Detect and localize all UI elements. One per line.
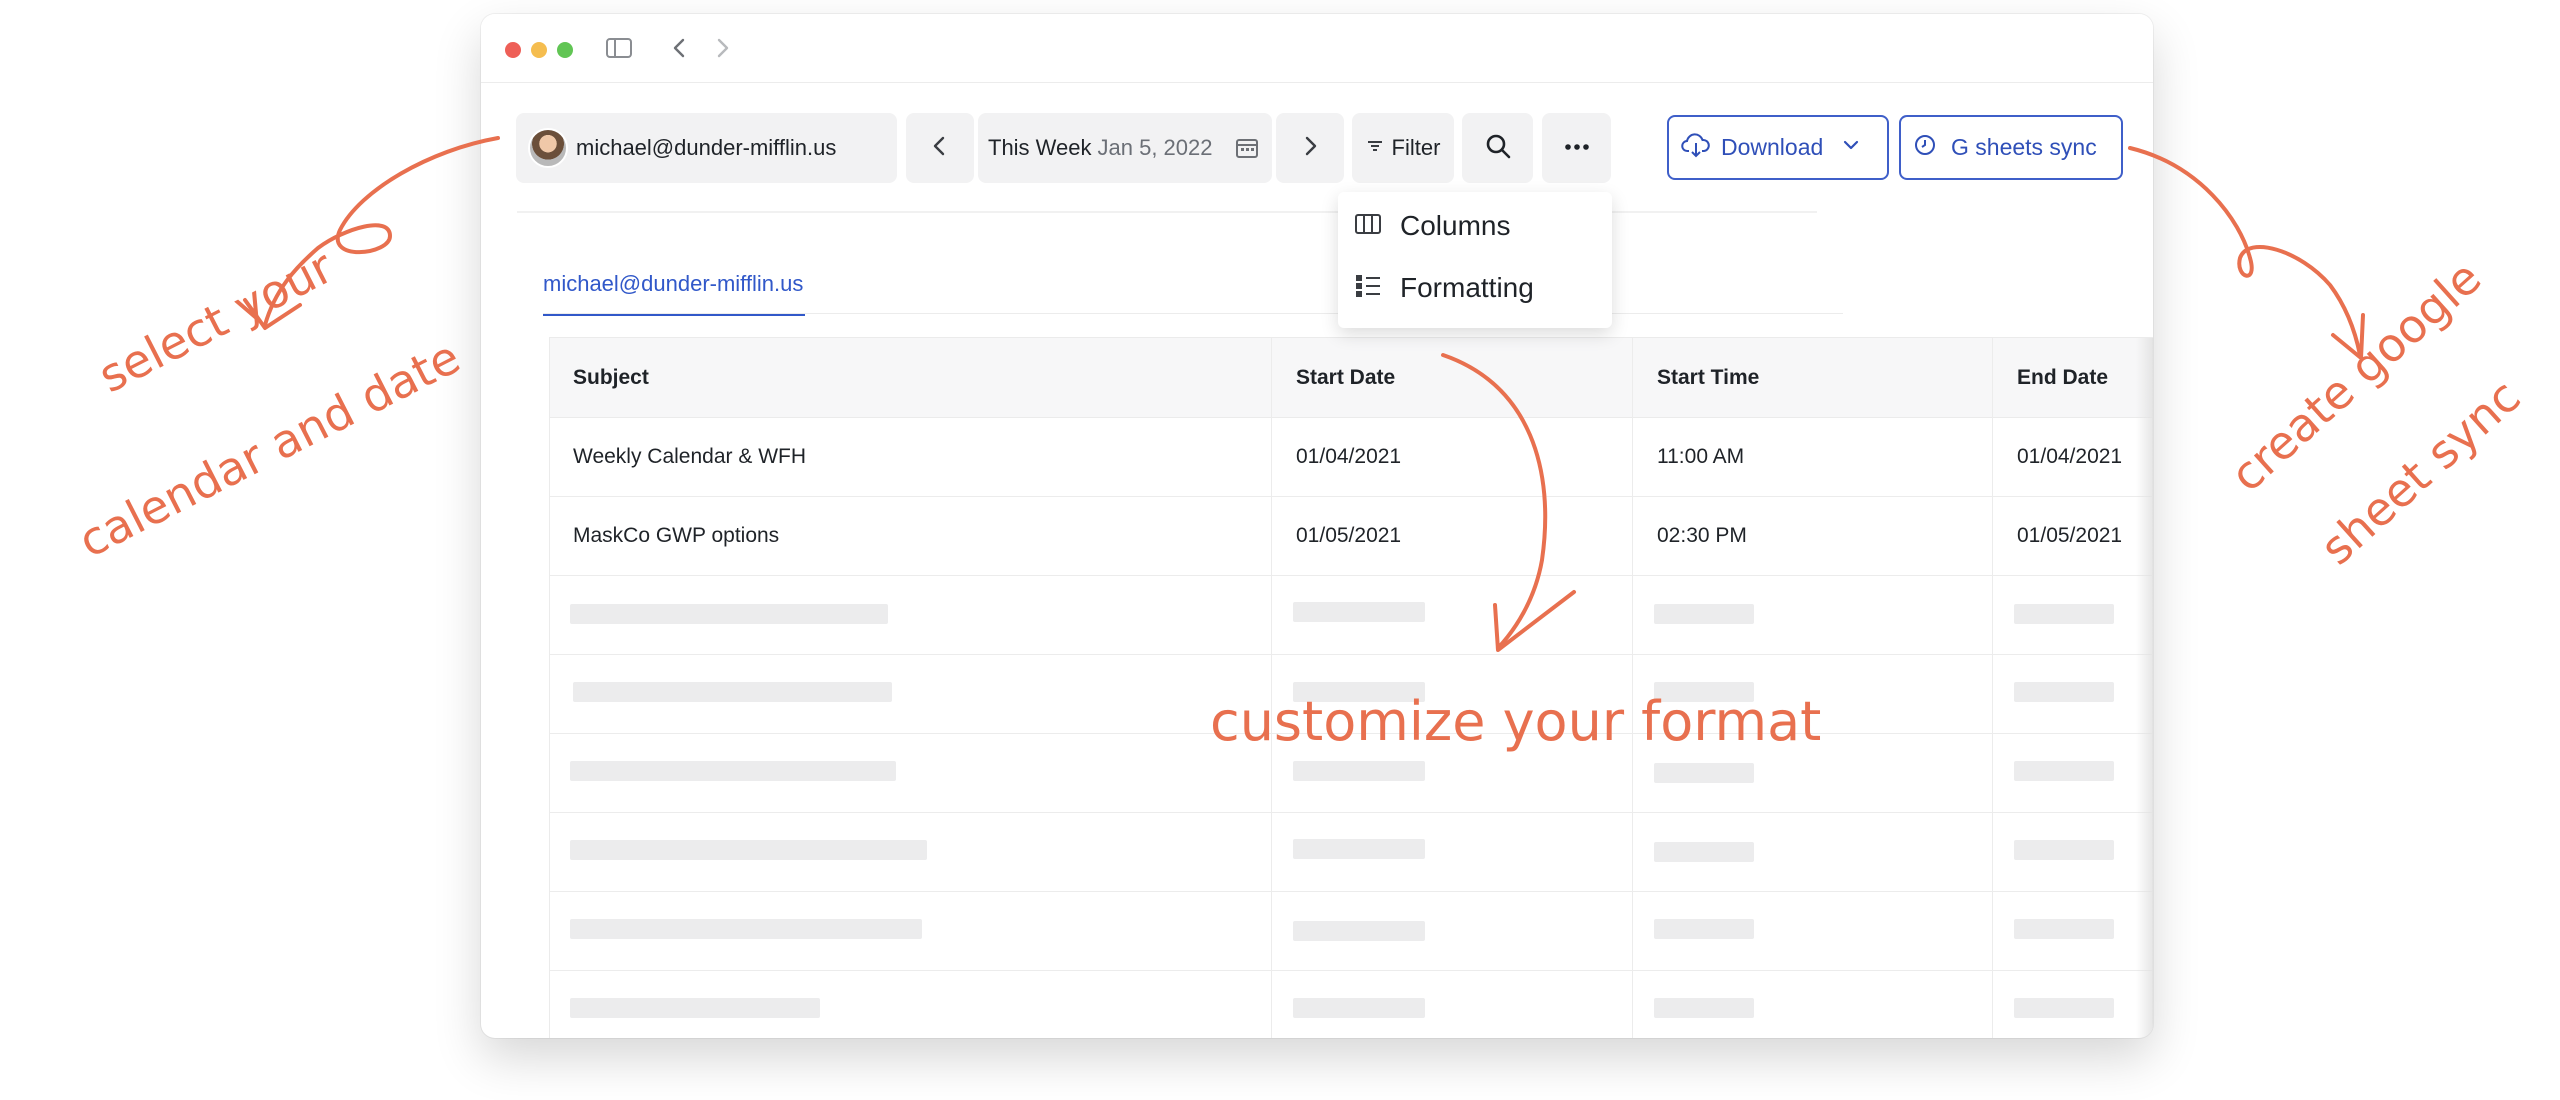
annotation-select-line1: select your bbox=[90, 239, 342, 404]
column-header-start-time[interactable]: Start Time bbox=[1657, 338, 1759, 417]
menu-item-formatting-label: Formatting bbox=[1400, 272, 1534, 303]
cell-start-time: 02:30 PM bbox=[1657, 524, 1747, 547]
skeleton-bar bbox=[570, 919, 922, 939]
account-label: michael@dunder-mifflin.us bbox=[576, 135, 837, 160]
column-divider bbox=[1992, 338, 1993, 1038]
skeleton-bar bbox=[570, 761, 896, 781]
column-divider bbox=[1271, 338, 1272, 1038]
chevron-down-icon[interactable] bbox=[1841, 134, 1861, 161]
cloud-download-icon bbox=[1681, 131, 1711, 165]
skeleton-bar bbox=[1654, 919, 1754, 939]
close-window-button[interactable] bbox=[505, 42, 521, 58]
chevron-right-icon bbox=[1297, 133, 1323, 164]
tab-account[interactable]: michael@dunder-mifflin.us bbox=[543, 271, 806, 316]
skeleton-bar bbox=[1293, 998, 1425, 1018]
formatting-icon bbox=[1354, 273, 1382, 304]
table-row[interactable]: MaskCo GWP options 01/05/2021 02:30 PM 0… bbox=[550, 496, 2152, 576]
skeleton-bar bbox=[1293, 761, 1425, 781]
skeleton-bar bbox=[1654, 763, 1754, 783]
google-sheets-sync-button[interactable]: G sheets sync bbox=[1899, 115, 2123, 180]
week-label: This Week bbox=[988, 135, 1092, 160]
filter-button[interactable]: Filter bbox=[1352, 113, 1454, 183]
next-week-button[interactable] bbox=[1276, 113, 1344, 183]
skeleton-row bbox=[550, 812, 2152, 892]
clock-icon bbox=[1913, 133, 1937, 163]
search-icon bbox=[1484, 132, 1512, 165]
previous-week-button[interactable] bbox=[906, 113, 974, 183]
app-window: michael@dunder-mifflin.us This Week Jan … bbox=[481, 14, 2153, 1038]
filter-label: Filter bbox=[1391, 135, 1441, 160]
more-icon bbox=[1563, 139, 1591, 157]
columns-icon bbox=[1354, 212, 1382, 241]
toolbar-divider bbox=[517, 211, 1817, 213]
skeleton-bar bbox=[570, 998, 820, 1018]
annotation-customize: customize your format bbox=[1210, 690, 1822, 753]
column-header-start-date[interactable]: Start Date bbox=[1296, 338, 1395, 417]
gsync-label: G sheets sync bbox=[1951, 134, 2097, 160]
skeleton-bar bbox=[1293, 839, 1425, 859]
skeleton-bar bbox=[1654, 998, 1754, 1018]
column-header-end-date[interactable]: End Date bbox=[2017, 338, 2137, 417]
chevron-left-icon bbox=[927, 133, 953, 164]
zoom-window-button[interactable] bbox=[557, 42, 573, 58]
cell-start-time: 11:00 AM bbox=[1657, 445, 1745, 468]
skeleton-bar bbox=[570, 840, 927, 860]
tab-divider bbox=[543, 313, 1843, 314]
events-table: Subject Start Date Start Time End Date W… bbox=[549, 337, 2153, 1038]
more-options-menu: Columns Formatting bbox=[1338, 192, 1612, 328]
skeleton-row bbox=[550, 575, 2152, 655]
skeleton-bar bbox=[1654, 604, 1754, 624]
skeleton-bar bbox=[2014, 998, 2114, 1018]
scroll-shadow bbox=[2136, 338, 2153, 1038]
cell-subject: MaskCo GWP options bbox=[573, 524, 780, 547]
table-header: Subject Start Date Start Time End Date bbox=[550, 338, 2152, 418]
account-select[interactable]: michael@dunder-mifflin.us bbox=[516, 113, 897, 183]
filter-icon bbox=[1366, 135, 1384, 161]
column-divider bbox=[1632, 338, 1633, 1038]
week-date: Jan 5, 2022 bbox=[1097, 135, 1213, 160]
skeleton-bar bbox=[2014, 761, 2114, 781]
download-button[interactable]: Download bbox=[1667, 115, 1889, 180]
skeleton-bar bbox=[2014, 604, 2114, 624]
back-icon[interactable] bbox=[666, 34, 694, 67]
menu-item-formatting[interactable]: Formatting bbox=[1338, 258, 1612, 318]
cell-end-date: 01/04/2021 bbox=[2017, 445, 2123, 468]
cell-start-date: 01/05/2021 bbox=[1296, 524, 1402, 547]
forward-icon[interactable] bbox=[708, 34, 736, 67]
menu-item-columns[interactable]: Columns bbox=[1338, 196, 1612, 256]
sidebar-toggle-icon[interactable] bbox=[605, 34, 633, 67]
cell-start-date: 01/04/2021 bbox=[1296, 445, 1402, 468]
table-row[interactable]: Weekly Calendar & WFH 01/04/2021 11:00 A… bbox=[550, 417, 2152, 497]
title-bar bbox=[481, 14, 2153, 83]
week-picker[interactable]: This Week Jan 5, 2022 bbox=[978, 113, 1272, 183]
calendar-icon bbox=[1234, 135, 1260, 166]
skeleton-bar bbox=[1293, 921, 1425, 941]
skeleton-bar bbox=[570, 604, 888, 624]
skeleton-bar bbox=[2014, 919, 2114, 939]
menu-item-columns-label: Columns bbox=[1400, 210, 1511, 241]
cell-end-date: 01/05/2021 bbox=[2017, 524, 2123, 547]
search-button[interactable] bbox=[1462, 113, 1533, 183]
skeleton-bar bbox=[573, 682, 892, 702]
skeleton-bar bbox=[2014, 682, 2114, 702]
column-header-subject[interactable]: Subject bbox=[573, 338, 649, 417]
minimize-window-button[interactable] bbox=[531, 42, 547, 58]
download-label: Download bbox=[1721, 134, 1824, 160]
avatar bbox=[528, 128, 568, 168]
cell-subject: Weekly Calendar & WFH bbox=[573, 445, 807, 468]
skeleton-bar bbox=[1654, 842, 1754, 862]
arrow-to-gsync bbox=[2128, 146, 2362, 357]
skeleton-row bbox=[550, 891, 2152, 971]
skeleton-bar bbox=[2014, 840, 2114, 860]
skeleton-bar bbox=[1293, 602, 1425, 622]
skeleton-row bbox=[550, 970, 2152, 1038]
more-options-button[interactable] bbox=[1542, 113, 1611, 183]
